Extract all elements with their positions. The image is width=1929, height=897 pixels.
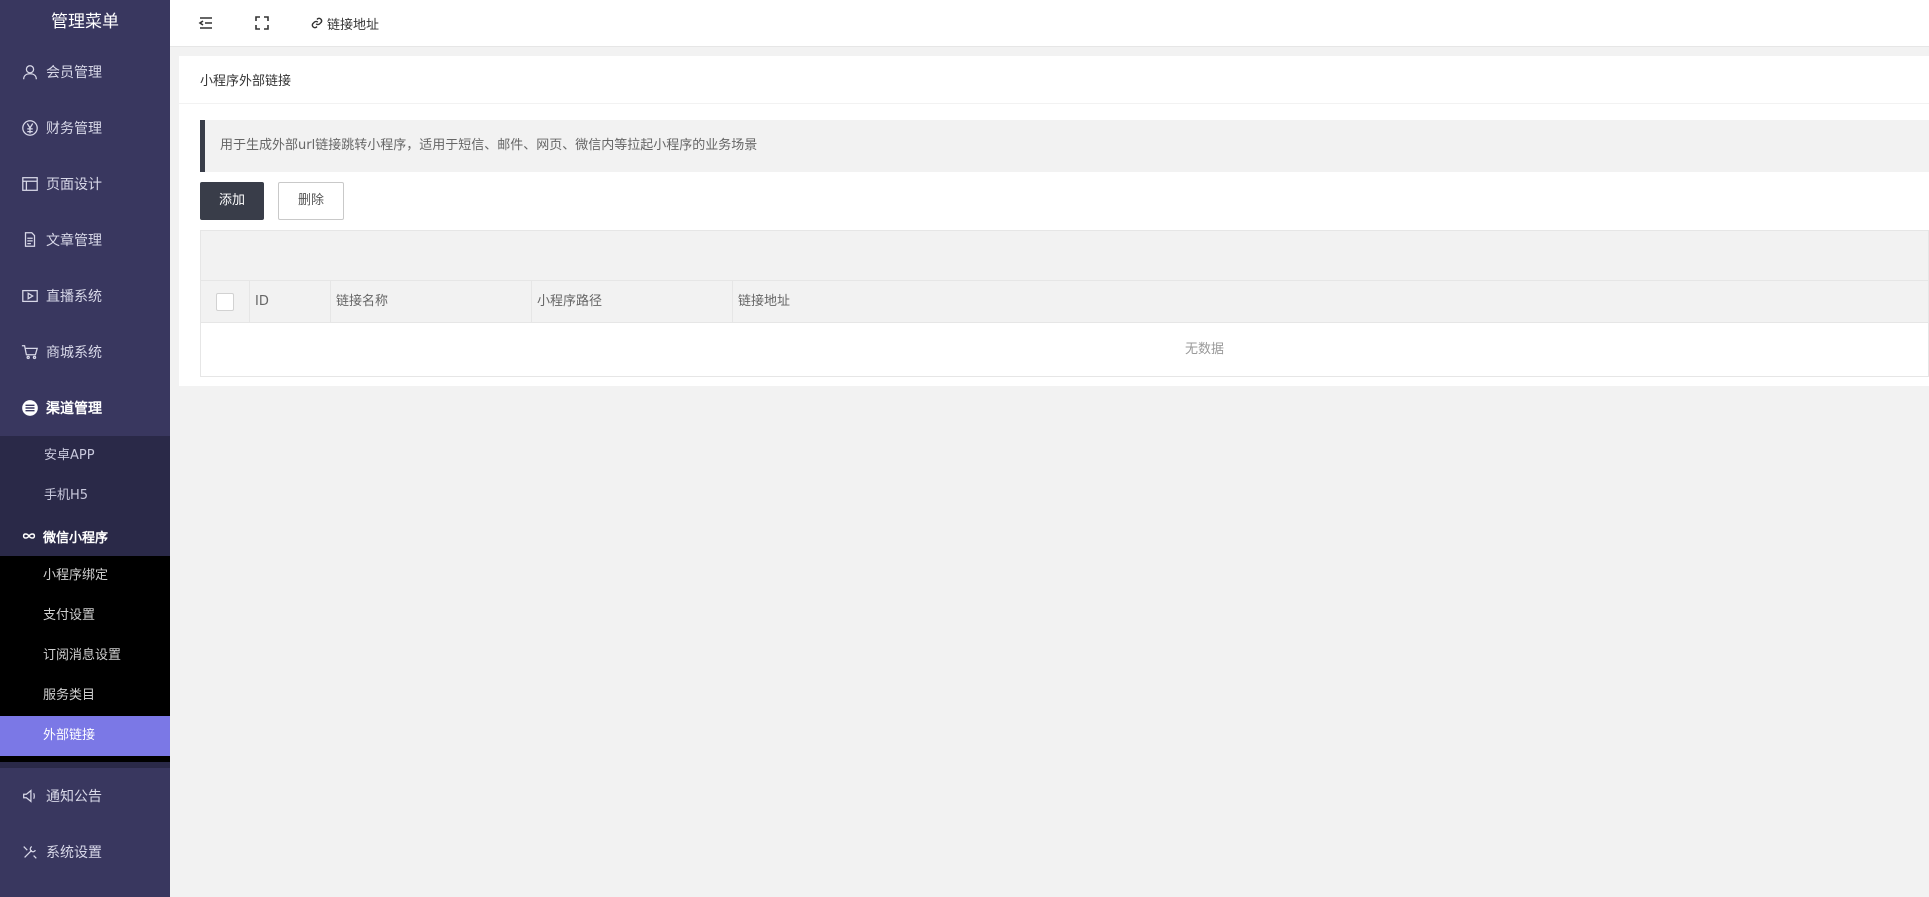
submenu-item-subscribe-msg[interactable]: 订阅消息设置 [0,636,170,676]
sidebar-item-channel[interactable]: 渠道管理 [0,380,170,436]
tools-icon [20,842,40,862]
indent-icon [198,17,212,29]
sidebar-item-label: 直播系统 [46,289,102,305]
submenu-item-binding[interactable]: 小程序绑定 [0,556,170,596]
sidebar-item-settings[interactable]: 系统设置 [0,824,170,880]
submenu-item-service-category[interactable]: 服务类目 [0,676,170,716]
notice-box: 用于生成外部url链接跳转小程序，适用于短信、邮件、网页、微信内等拉起小程序的业… [200,120,1929,172]
header-cell-path[interactable]: 小程序路径 [532,281,733,323]
submenu-group-mini-program[interactable]: 微信小程序 [0,516,170,556]
header-cell-id[interactable]: ID [250,281,331,323]
sidebar-item-notice[interactable]: 通知公告 [0,768,170,824]
channel-submenu: 安卓APP 手机H5 微信小程序 [0,436,170,556]
add-button[interactable]: 添加 [200,182,264,220]
sidebar-item-label: 页面设计 [46,177,102,193]
header-cell-select [201,281,250,323]
sidebar-item-label: 财务管理 [46,121,102,137]
sidebar-item-members[interactable]: 会员管理 [0,44,170,100]
document-icon [20,230,40,250]
link-address-button[interactable]: 链接地址 [310,14,379,33]
video-icon [20,286,40,306]
sidebar-item-page-design[interactable]: 页面设计 [0,156,170,212]
submenu-item-external-link[interactable]: 外部链接 [0,716,170,756]
sidebar-item-mall[interactable]: 商城系统 [0,324,170,380]
toggle-sidebar-button[interactable] [198,15,214,31]
channel-icon [20,398,40,418]
yen-icon [20,118,40,138]
delete-button[interactable]: 删除 [278,182,344,220]
sidebar-item-live[interactable]: 直播系统 [0,268,170,324]
top-bar: 链接地址 [170,0,1929,47]
sidebar-item-articles[interactable]: 文章管理 [0,212,170,268]
submenu-item-android[interactable]: 安卓APP [0,436,170,476]
sidebar-item-label: 系统设置 [46,845,102,861]
sidebar-item-label: 会员管理 [46,65,102,81]
header-cell-name[interactable]: 链接名称 [331,281,532,323]
sidebar-item-finance[interactable]: 财务管理 [0,100,170,156]
cart-icon [20,342,40,362]
submenu-item-payment[interactable]: 支付设置 [0,596,170,636]
table-header: ID 链接名称 小程序路径 链接地址 [201,281,1928,323]
empty-state: 无数据 [1184,342,1224,357]
infinity-icon [20,527,38,545]
sidebar-item-label: 商城系统 [46,345,102,361]
sidebar: 管理菜单 会员管理 财务管理 页面设计 文章管理 直播系统 商城系统 渠道管理 … [0,0,170,897]
page-title: 小程序外部链接 [179,56,1929,104]
table-toolbar [201,231,1928,281]
fullscreen-button[interactable] [254,15,270,31]
link-icon [311,17,323,29]
links-table: ID 链接名称 小程序路径 链接地址 无数据 [200,230,1929,377]
header-cell-url[interactable]: 链接地址 [733,281,1928,323]
layout-icon [20,174,40,194]
select-all-checkbox[interactable] [216,293,234,311]
submenu-group-label: 微信小程序 [43,530,109,546]
submenu-item-h5[interactable]: 手机H5 [0,476,170,516]
speaker-icon [20,786,40,806]
mini-program-submenu: 小程序绑定 支付设置 订阅消息设置 服务类目 外部链接 [0,556,170,762]
sidebar-item-label: 文章管理 [46,233,102,249]
sidebar-title: 管理菜单 [0,0,170,44]
sidebar-item-label: 渠道管理 [46,401,102,417]
content-panel: 小程序外部链接 用于生成外部url链接跳转小程序，适用于短信、邮件、网页、微信内… [179,56,1929,386]
fullscreen-icon [255,16,269,30]
user-icon [20,62,40,82]
action-buttons: 添加 删除 [200,182,344,220]
link-address-label: 链接地址 [327,17,380,33]
sidebar-item-label: 通知公告 [46,789,102,805]
